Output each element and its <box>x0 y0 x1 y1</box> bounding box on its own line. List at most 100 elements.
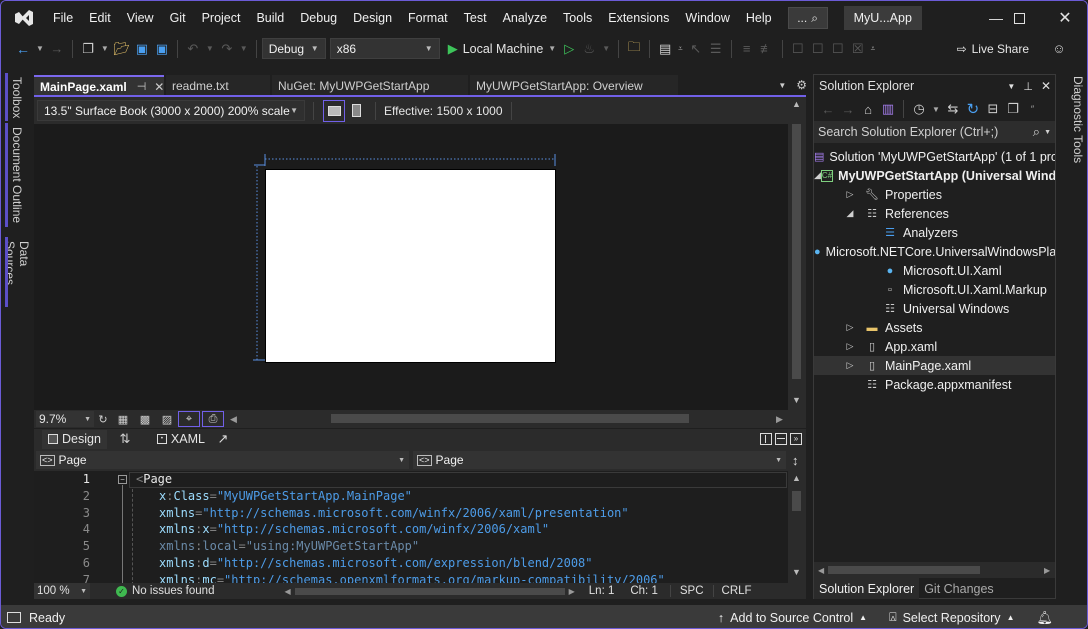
gear-icon[interactable]: ⚙ <box>796 78 807 92</box>
scroll-left-icon[interactable]: ◀ <box>818 566 824 575</box>
tree-item[interactable]: ◢ ☷ References <box>814 204 1055 223</box>
scroll-down-icon[interactable]: ▼ <box>792 395 801 405</box>
save-all-button[interactable]: ▣ <box>152 39 172 59</box>
close-tab-icon[interactable]: ✕ <box>154 80 164 94</box>
dropdown-arrow-icon[interactable]: ▼ <box>101 44 109 53</box>
search-button[interactable]: ... ⌕ <box>787 7 828 29</box>
scroll-down-icon[interactable]: ▼ <box>792 567 801 577</box>
dropdown-arrow-icon[interactable]: ▼ <box>548 44 556 53</box>
line-number-status[interactable]: Ln: 1 <box>589 585 615 597</box>
feedback-button[interactable]: ☺ <box>1049 39 1069 59</box>
tab-xaml[interactable]: • XAML <box>153 430 209 449</box>
menu-test[interactable]: Test <box>456 1 495 35</box>
tree-item[interactable]: ▷ ▯ MainPage.xaml <box>814 356 1055 375</box>
menu-file[interactable]: File <box>45 1 81 35</box>
close-window-button[interactable]: ✕ <box>1042 1 1087 35</box>
collapse-pane-button[interactable]: » <box>790 433 802 445</box>
xaml-code-editor[interactable]: 1 2 3 4 5 6 7 − <Page x:Class="MyUWPGetStartApp… <box>34 471 788 583</box>
expanded-arrow-icon[interactable]: ◢ <box>814 170 821 181</box>
notification-bell-icon[interactable]: 🔔︎ <box>1036 610 1053 626</box>
previous-bookmark-button[interactable]: ☐ <box>808 39 828 59</box>
maximize-button[interactable] <box>996 1 1042 35</box>
solution-configuration-dropdown[interactable]: Debug ▼ <box>261 38 326 59</box>
tree-item[interactable]: ☷ Package.appxmanifest <box>814 375 1055 394</box>
scroll-thumb[interactable] <box>792 124 801 379</box>
dropdown-arrow-icon[interactable]: ▼ <box>206 44 214 53</box>
pending-changes-filter-button[interactable]: ◷ <box>909 99 929 119</box>
side-tab-toolbox[interactable]: Toolbox <box>5 73 29 121</box>
menu-tools[interactable]: Tools <box>555 1 600 35</box>
dropdown-arrow-icon[interactable]: ▼ <box>36 44 44 53</box>
toggle-bookmark-button[interactable]: ☐ <box>788 39 808 59</box>
se-forward-button[interactable]: → <box>838 99 858 119</box>
page-preview[interactable] <box>265 169 556 363</box>
tree-item[interactable]: ● Microsoft.NETCore.UniversalWindowsPlatf… <box>814 242 1055 261</box>
tab-readme-txt[interactable]: readme.txt <box>166 75 270 96</box>
scroll-right-icon[interactable]: ▶ <box>776 414 783 425</box>
designer-horizontal-scrollbar[interactable] <box>331 414 689 423</box>
tab-mainpage-xaml[interactable]: MainPage.xaml ⊣ ✕ <box>34 75 164 96</box>
tab-list-dropdown-icon[interactable]: ▼ <box>778 81 786 90</box>
snap-to-snaplines-button[interactable]: ⎙ <box>202 411 224 427</box>
menu-extensions[interactable]: Extensions <box>600 1 677 35</box>
new-project-button[interactable]: ❐ <box>78 39 98 59</box>
switch-views-button[interactable]: ▥ <box>878 99 898 119</box>
dropdown-arrow-icon[interactable]: ▼ <box>240 44 248 53</box>
tab-nuget[interactable]: NuGet: MyUWPGetStartApp <box>272 75 468 96</box>
tree-item[interactable]: ▤ Solution 'MyUWPGetStartApp' (1 of 1 pro… <box>814 147 1055 166</box>
editor-vertical-scrollbar[interactable]: ▲ ▼ <box>788 471 806 583</box>
column-status[interactable]: Ch: 1 <box>630 585 658 597</box>
select-repository-button[interactable]: ⍓ Select Repository ▲ <box>889 610 1014 625</box>
menu-view[interactable]: View <box>119 1 162 35</box>
scroll-thumb[interactable] <box>828 566 981 574</box>
menu-window[interactable]: Window <box>677 1 737 35</box>
tree-item[interactable]: ▷ ▯ App.xaml <box>814 337 1055 356</box>
solution-platform-dropdown[interactable]: x86 ▼ <box>329 38 440 59</box>
notifications-output-icon[interactable] <box>7 612 21 623</box>
collapsed-arrow-icon[interactable]: ▷ <box>844 360 856 371</box>
portrait-button[interactable] <box>345 100 367 122</box>
scroll-thumb[interactable] <box>792 491 801 511</box>
popout-xaml-button[interactable]: ↗ <box>213 429 233 449</box>
display-layout-button[interactable]: ☰ <box>706 39 726 59</box>
expanded-arrow-icon[interactable]: ◢ <box>844 208 856 219</box>
type-scope-dropdown[interactable]: <> Page ▼ <box>36 451 409 469</box>
menu-edit[interactable]: Edit <box>81 1 119 35</box>
collapsed-arrow-icon[interactable]: ▷ <box>844 341 856 352</box>
undo-button[interactable]: ↶ <box>183 39 203 59</box>
menu-build[interactable]: Build <box>248 1 292 35</box>
show-all-files-button[interactable]: ❐ <box>1003 99 1023 119</box>
device-preview-dropdown[interactable]: 13.5" Surface Book (3000 x 2000) 200% sc… <box>37 100 305 121</box>
live-share-button[interactable]: ⇨ Live Share <box>957 42 1029 56</box>
side-tab-document-outline[interactable]: Document Outline <box>5 123 29 227</box>
horizontal-split-button[interactable] <box>775 433 787 445</box>
side-tab-diagnostic-tools[interactable]: Diagnostic Tools <box>1061 74 1085 163</box>
tab-git-changes[interactable]: Git Changes <box>919 578 998 599</box>
menu-design[interactable]: Design <box>345 1 400 35</box>
scroll-right-icon[interactable]: ▶ <box>1044 566 1050 575</box>
navigate-back-button[interactable]: ← <box>13 39 33 59</box>
overflow-icon[interactable]: ⩡ <box>871 44 876 54</box>
tree-item[interactable]: ▫ Microsoft.UI.Xaml.Markup <box>814 280 1055 299</box>
design-canvas[interactable] <box>34 124 788 410</box>
grid-button[interactable]: ▦ <box>112 411 134 427</box>
comment-button[interactable]: ≡ <box>737 39 757 59</box>
refresh-button[interactable]: ↻ <box>94 411 112 427</box>
scroll-right-icon[interactable]: ▶ <box>569 587 575 596</box>
navigate-forward-button[interactable]: → <box>47 39 67 59</box>
solution-explorer-search-input[interactable]: Search Solution Explorer (Ctrl+;) ⌕ ▼ <box>814 121 1055 143</box>
close-icon[interactable]: ✕ <box>1041 79 1051 93</box>
tree-item[interactable]: ☷ Universal Windows <box>814 299 1055 318</box>
effects-button[interactable]: ▩ <box>134 411 156 427</box>
overflow-icon[interactable]: ⩡ <box>678 44 683 54</box>
editor-horizontal-scrollbar[interactable] <box>294 587 565 595</box>
menu-project[interactable]: Project <box>194 1 249 35</box>
tree-item[interactable]: ▷ 🔧︎ Properties <box>814 185 1055 204</box>
split-window-icon[interactable]: ↕ <box>792 453 799 468</box>
next-bookmark-button[interactable]: ☐ <box>828 39 848 59</box>
pin-icon[interactable]: ⊥ <box>1023 80 1033 93</box>
refresh-button[interactable]: ↻ <box>963 99 983 119</box>
menu-format[interactable]: Format <box>400 1 456 35</box>
side-tab-data-sources[interactable]: Data Sources <box>3 237 31 307</box>
swap-panes-button[interactable]: ⇅ <box>115 429 135 449</box>
